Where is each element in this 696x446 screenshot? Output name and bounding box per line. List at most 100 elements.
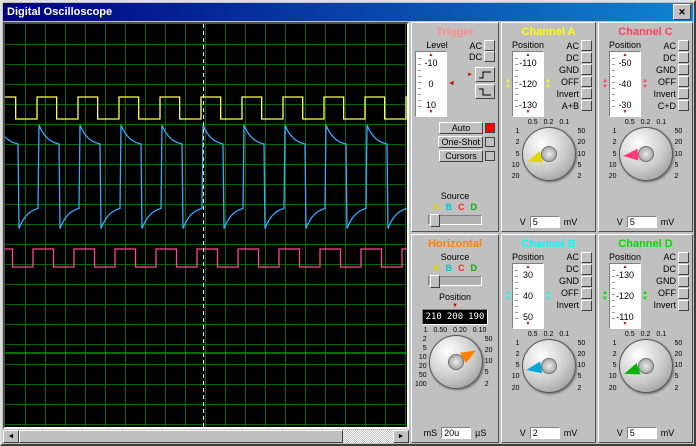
channel-d-gain-knob[interactable]: 0.5 0.2 0.1 1 2 5 10 20 50 20 10 5 2 [602, 331, 689, 393]
falling-edge-button[interactable] [475, 84, 495, 99]
knob-scale-label: 1 [515, 128, 520, 135]
scroll-track[interactable] [19, 430, 393, 443]
dc-toggle-button[interactable] [678, 263, 689, 275]
knob-scale-label: 10 [577, 362, 586, 369]
invert-toggle-button[interactable] [581, 88, 592, 99]
horizontal-source-slider-thumb[interactable] [430, 274, 440, 288]
horizontal-panel: Horizontal Source ABCD Position ▼ 210 20… [411, 233, 499, 443]
dc-toggle-button[interactable] [484, 51, 495, 62]
knob-scale-right: 50 20 10 5 2 [675, 127, 690, 181]
knob-pointer-icon [524, 360, 542, 376]
gnd-toggle-button[interactable] [581, 275, 592, 287]
knob-scale-label: 20 [577, 139, 586, 147]
horizontal-source-slider[interactable] [428, 274, 482, 288]
knob-face[interactable] [521, 338, 576, 393]
gnd-toggle-button[interactable] [678, 64, 689, 75]
off-toggle-button[interactable] [678, 287, 689, 299]
cursors-button[interactable]: Cursors [439, 150, 483, 162]
rising-edge-icon [479, 71, 491, 78]
position-arrows-left[interactable]: ▲ ▼ [505, 290, 511, 302]
knob-scale-label: 5 [674, 161, 679, 169]
channel-d-panel: Channel D Position ▲ ▼ ▲ -130 -120 -110 ▼ ▲… [598, 233, 693, 443]
invert-toggle-button[interactable] [678, 88, 689, 99]
off-toggle-button[interactable] [581, 76, 592, 87]
channel-c-panel: Channel C Position ▲ ▼ ▲ -50 -40 -30 ▼ ▲ ▼ [598, 22, 693, 232]
ac-toggle-button[interactable] [678, 251, 689, 263]
auto-button[interactable]: Auto [439, 122, 483, 134]
trigger-level-slider[interactable]: ▲ -10 0 10 ▼ [415, 51, 447, 117]
channel-a-panel: Channel A Position ▲ ▼ ▲ -110 -120 -130 ▼ ▲… [501, 22, 596, 232]
ac-toggle-button[interactable] [678, 40, 689, 51]
title-bar[interactable]: Digital Oscilloscope ✕ [3, 3, 693, 21]
down-arrow-icon: ▼ [641, 84, 648, 90]
position-arrows-right[interactable]: ▲ ▼ [642, 78, 648, 90]
option-label: DC [469, 51, 482, 62]
knob-scale-label: 5 [515, 362, 520, 369]
knob-scale-label: 2 [612, 139, 617, 147]
ac-toggle-button[interactable] [581, 251, 592, 263]
knob-face[interactable] [428, 334, 483, 389]
oscilloscope-window: Digital Oscilloscope ✕ ◄ ► Trigger Level… [0, 0, 696, 446]
channel-d-title: Channel D [618, 237, 673, 250]
dc-toggle-button[interactable] [581, 52, 592, 63]
invert-toggle-button[interactable] [581, 299, 592, 311]
gnd-toggle-button[interactable] [581, 64, 592, 75]
scroll-right-button[interactable]: ► [393, 430, 409, 443]
horizontal-position-display[interactable]: 210 200 190 [422, 308, 488, 325]
knob-scale-label: 1 [612, 128, 617, 135]
scope-h-scrollbar[interactable]: ◄ ► [3, 430, 409, 443]
ac-toggle-button[interactable] [484, 40, 495, 51]
trigger-level-marker-icon[interactable]: ◄ [448, 80, 455, 87]
c-d-toggle-button[interactable] [678, 100, 689, 111]
position-arrows-left[interactable]: ▲ ▼ [602, 78, 608, 90]
knob-face[interactable] [521, 127, 576, 181]
scroll-left-button[interactable]: ◄ [3, 430, 19, 443]
position-arrows-right[interactable]: ▲ ▼ [545, 290, 551, 302]
position-arrows-left[interactable]: ▲ ▼ [602, 290, 608, 302]
gnd-toggle-button[interactable] [678, 275, 689, 287]
falling-edge-icon [479, 88, 491, 95]
channel-c-position-slider[interactable]: ▲ -50 -40 -30 ▼ [608, 51, 641, 117]
option-row: DC [469, 51, 495, 62]
channel-b-scale-value: 2 [529, 427, 560, 439]
off-toggle-button[interactable] [678, 76, 689, 87]
channel-b-gain-knob[interactable]: 0.5 0.2 0.1 1 2 5 10 20 50 20 10 5 2 [505, 331, 592, 393]
knob-scale-label: 0.2 [543, 330, 554, 338]
position-arrows-right[interactable]: ▲ ▼ [642, 290, 648, 302]
channel-d-position-slider[interactable]: ▲ -130 -120 -110 ▼ [608, 262, 641, 329]
trigger-source-block: Source ABCD [415, 191, 495, 229]
scroll-thumb[interactable] [19, 430, 343, 443]
source-letter-b: B [445, 201, 453, 212]
knob-face[interactable] [618, 127, 673, 181]
option-label: A+B [561, 100, 579, 111]
close-button[interactable]: ✕ [673, 4, 691, 20]
timebase-knob[interactable]: 1 0.50 0.20 0.10 2 5 10 20 50 100 50 20 10 5 2 [415, 327, 495, 389]
channel-a-position-slider[interactable]: ▲ -110 -120 -130 ▼ [511, 51, 544, 117]
knob-face[interactable] [618, 338, 673, 393]
knob-scale-label: 0.2 [640, 119, 651, 126]
ac-toggle-button[interactable] [581, 40, 592, 51]
dc-toggle-button[interactable] [678, 52, 689, 63]
knob-scale-right: 50 20 10 5 2 [578, 127, 593, 181]
knob-scale-label: 10 [674, 362, 683, 369]
option-label: AC [566, 40, 579, 51]
knob-scale-label: 10 [511, 373, 520, 381]
channel-b-position-slider[interactable]: ▲ 30 40 50 ▼ [511, 262, 544, 329]
option-label: AC [663, 252, 676, 262]
invert-toggle-button[interactable] [678, 299, 689, 311]
position-value: -120 [518, 79, 537, 89]
channel-c-gain-knob[interactable]: 0.5 0.2 0.1 1 2 5 10 20 50 20 10 5 2 [602, 119, 689, 181]
channel-a-gain-knob[interactable]: 0.5 0.2 0.1 1 2 5 10 20 50 20 10 5 2 [505, 119, 592, 181]
option-row: OFF [561, 76, 592, 87]
one-shot-button[interactable]: One-Shot [438, 136, 483, 148]
rising-edge-button[interactable] [475, 67, 495, 82]
a-b-toggle-button[interactable] [581, 100, 592, 111]
off-toggle-button[interactable] [581, 287, 592, 299]
position-arrows-right[interactable]: ▲ ▼ [545, 78, 551, 90]
scope-area: ◄ ► [3, 22, 409, 443]
dc-toggle-button[interactable] [581, 263, 592, 275]
trigger-source-slider-thumb[interactable] [430, 213, 440, 227]
trigger-source-slider[interactable] [428, 213, 482, 227]
trigger-edge-selector: ► ► [467, 67, 495, 99]
position-arrows-left[interactable]: ▲ ▼ [505, 78, 511, 90]
